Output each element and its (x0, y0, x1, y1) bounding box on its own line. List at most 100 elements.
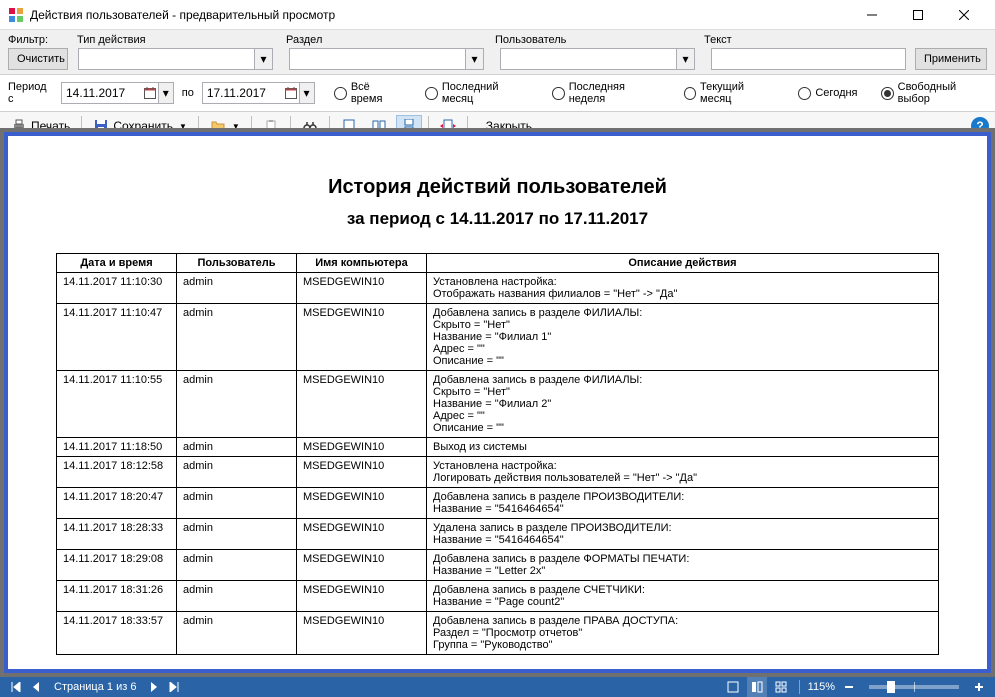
radio-label: Последняя неделя (569, 81, 660, 105)
cell-description: Добавлена запись в разделе ПРАВА ДОСТУПА… (427, 612, 939, 655)
chevron-down-icon[interactable]: ▾ (254, 49, 272, 69)
cell-datetime: 14.11.2017 18:12:58 (57, 457, 177, 488)
date-from-picker[interactable]: ▾ (61, 82, 174, 104)
radio-last-week[interactable]: Последняя неделя (552, 81, 660, 105)
date-to-input[interactable] (203, 83, 283, 103)
header-datetime: Дата и время (57, 254, 177, 273)
section-combo-input[interactable] (290, 49, 465, 69)
period-to-label: по (182, 87, 194, 99)
radio-current-month[interactable]: Текущий месяц (684, 81, 775, 105)
apply-button[interactable]: Применить (915, 48, 987, 70)
cell-description: Удалена запись в разделе ПРОИЗВОДИТЕЛИ:Н… (427, 519, 939, 550)
table-row: 14.11.2017 11:10:30adminMSEDGEWIN10Устан… (57, 273, 939, 304)
cell-datetime: 14.11.2017 11:18:50 (57, 438, 177, 457)
cell-user: admin (177, 488, 297, 519)
table-row: 14.11.2017 18:33:57adminMSEDGEWIN10Добав… (57, 612, 939, 655)
section-combo[interactable]: ▾ (289, 48, 484, 70)
cell-datetime: 14.11.2017 18:28:33 (57, 519, 177, 550)
user-combo[interactable]: ▾ (500, 48, 695, 70)
table-row: 14.11.2017 11:10:55adminMSEDGEWIN10Добав… (57, 371, 939, 438)
last-page-button[interactable] (164, 677, 184, 697)
chevron-down-icon[interactable]: ▾ (465, 49, 483, 69)
zoom-slider[interactable] (869, 685, 959, 689)
period-from-label: Период с (8, 81, 53, 105)
minimize-button[interactable] (849, 0, 895, 30)
cell-computer: MSEDGEWIN10 (297, 304, 427, 371)
cell-user: admin (177, 371, 297, 438)
cell-computer: MSEDGEWIN10 (297, 550, 427, 581)
table-row: 14.11.2017 18:29:08adminMSEDGEWIN10Добав… (57, 550, 939, 581)
zoom-out-button[interactable] (839, 677, 859, 697)
chevron-down-icon[interactable]: ▾ (676, 49, 694, 69)
next-page-button[interactable] (144, 677, 164, 697)
paper: История действий пользователей за период… (4, 132, 991, 673)
filter-label: Фильтр: (8, 34, 73, 46)
radio-label: Последний месяц (442, 81, 529, 105)
app-icon (8, 7, 24, 23)
close-button[interactable] (941, 0, 987, 30)
radio-last-month[interactable]: Последний месяц (425, 81, 528, 105)
titlebar: Действия пользователей - предварительный… (0, 0, 995, 30)
text-filter-label: Текст (704, 34, 904, 46)
separator (799, 680, 800, 694)
cell-computer: MSEDGEWIN10 (297, 273, 427, 304)
cell-user: admin (177, 438, 297, 457)
date-to-picker[interactable]: ▾ (202, 82, 315, 104)
view-mode-1-button[interactable] (723, 677, 743, 697)
cell-description: Добавлена запись в разделе ФИЛИАЛЫ:Скрыт… (427, 371, 939, 438)
clear-button[interactable]: Очистить (8, 48, 68, 70)
maximize-button[interactable] (895, 0, 941, 30)
cell-description: Установлена настройка:Логировать действи… (427, 457, 939, 488)
date-from-input[interactable] (62, 83, 142, 103)
report-title: История действий пользователей (56, 176, 939, 199)
radio-custom[interactable]: Свободный выбор (881, 81, 987, 105)
cell-datetime: 14.11.2017 11:10:55 (57, 371, 177, 438)
cell-computer: MSEDGEWIN10 (297, 438, 427, 457)
cell-datetime: 14.11.2017 18:31:26 (57, 581, 177, 612)
page-indicator: Страница 1 из 6 (54, 681, 136, 693)
prev-page-button[interactable] (26, 677, 46, 697)
cell-user: admin (177, 273, 297, 304)
preview-area: История действий пользователей за период… (0, 128, 995, 677)
type-combo[interactable]: ▾ (78, 48, 273, 70)
cell-datetime: 14.11.2017 18:20:47 (57, 488, 177, 519)
cell-description: Установлена настройка:Отображать названи… (427, 273, 939, 304)
zoom-thumb[interactable] (887, 681, 895, 693)
radio-all-time[interactable]: Всё время (334, 81, 401, 105)
cell-user: admin (177, 304, 297, 371)
table-row: 14.11.2017 18:31:26adminMSEDGEWIN10Добав… (57, 581, 939, 612)
calendar-icon[interactable] (142, 83, 158, 103)
chevron-down-icon[interactable]: ▾ (158, 83, 173, 103)
radio-label: Текущий месяц (700, 81, 775, 105)
type-combo-input[interactable] (79, 49, 254, 69)
cell-computer: MSEDGEWIN10 (297, 488, 427, 519)
cell-computer: MSEDGEWIN10 (297, 457, 427, 488)
zoom-value: 115% (808, 681, 835, 693)
text-filter-input[interactable] (711, 48, 906, 70)
chevron-down-icon[interactable]: ▾ (299, 83, 314, 103)
window-title: Действия пользователей - предварительный… (30, 8, 849, 22)
view-mode-2-button[interactable] (747, 677, 767, 697)
zoom-in-button[interactable] (969, 677, 989, 697)
table-row: 14.11.2017 11:18:50adminMSEDGEWIN10Выход… (57, 438, 939, 457)
table-row: 14.11.2017 11:10:47adminMSEDGEWIN10Добав… (57, 304, 939, 371)
cell-computer: MSEDGEWIN10 (297, 612, 427, 655)
cell-description: Добавлена запись в разделе ФИЛИАЛЫ:Скрыт… (427, 304, 939, 371)
view-mode-3-button[interactable] (771, 677, 791, 697)
first-page-button[interactable] (6, 677, 26, 697)
cell-description: Выход из системы (427, 438, 939, 457)
radio-label: Всё время (351, 81, 402, 105)
radio-label: Сегодня (815, 87, 857, 99)
cell-datetime: 14.11.2017 11:10:30 (57, 273, 177, 304)
report-table: Дата и время Пользователь Имя компьютера… (56, 253, 939, 655)
cell-computer: MSEDGEWIN10 (297, 371, 427, 438)
radio-today[interactable]: Сегодня (798, 87, 857, 100)
table-row: 14.11.2017 18:28:33adminMSEDGEWIN10Удале… (57, 519, 939, 550)
report-subtitle: за период с 14.11.2017 по 17.11.2017 (56, 209, 939, 229)
cell-user: admin (177, 457, 297, 488)
calendar-icon[interactable] (283, 83, 299, 103)
cell-datetime: 14.11.2017 18:29:08 (57, 550, 177, 581)
cell-description: Добавлена запись в разделе ПРОИЗВОДИТЕЛИ… (427, 488, 939, 519)
statusbar: Страница 1 из 6 115% (0, 677, 995, 697)
user-combo-input[interactable] (501, 49, 676, 69)
